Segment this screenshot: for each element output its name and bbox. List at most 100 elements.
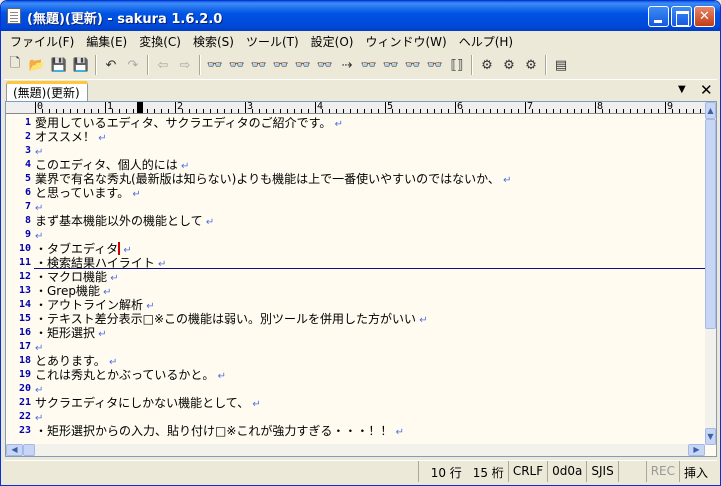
ruler-tick [84, 109, 85, 113]
text-area[interactable]: 愛用しているエディタ、サクラエディタのご紹介です。 ↵ オススメ！ ↵ ↵ このエデ… [34, 115, 706, 445]
scroll-left-icon[interactable]: ◀ [6, 444, 23, 456]
horizontal-scrollbar[interactable]: ◀ ▶ [6, 444, 705, 456]
compare-next-icon[interactable]: 👓 [402, 54, 424, 76]
compare-prev-icon[interactable]: 👓 [424, 54, 446, 76]
eol-marker-icon: ↵ [416, 315, 428, 326]
search-next-icon[interactable]: 👓 [226, 54, 248, 76]
text-line[interactable]: ↵ [35, 228, 43, 242]
ruler-tick [287, 109, 288, 113]
line-text: ・タブエディタ [35, 242, 119, 256]
status-encoding[interactable]: SJIS [586, 461, 617, 482]
text-line[interactable]: これは秀丸とかぶっているかと。 ↵ [35, 368, 226, 382]
status-column: 15 桁 [472, 466, 504, 480]
jump-back-icon[interactable]: ⇦ [152, 54, 174, 76]
menu-help[interactable]: ヘルプ(H) [453, 31, 519, 50]
maximize-button[interactable] [671, 6, 692, 27]
ruler-tick [210, 109, 211, 113]
text-line[interactable]: ↵ [35, 410, 43, 424]
compare-icon[interactable]: 👓 [380, 54, 402, 76]
replace-icon[interactable]: 👓 [270, 54, 292, 76]
jump-forward-icon[interactable]: ⇨ [174, 54, 196, 76]
text-editor[interactable]: 0123456789 1 2 3 4 5 6 7 8 9 10 11 12 13 14 15 16 17 18 19… [5, 101, 717, 457]
ruler-tick [161, 109, 162, 113]
menu-tools[interactable]: ツール(T) [240, 31, 305, 50]
menu-settings[interactable]: 設定(O) [305, 31, 360, 50]
ruler-tick [133, 109, 134, 113]
outline-icon[interactable]: ▤ [550, 54, 572, 76]
grep-icon[interactable]: 👓 [314, 54, 336, 76]
type-settings-icon[interactable]: ⚙ [498, 54, 520, 76]
ruler-tick [658, 109, 659, 113]
ruler-tick [49, 109, 50, 113]
text-line[interactable]: とあります。 ↵ [35, 354, 117, 368]
text-line[interactable]: と思っています。 ↵ [35, 186, 141, 200]
text-line[interactable]: ・Grep機能 ↵ [35, 284, 112, 298]
save-all-icon[interactable]: 💾 [70, 54, 92, 76]
text-line[interactable]: ↵ [35, 382, 43, 396]
line-number: 10 [18, 243, 31, 254]
text-line[interactable]: ・矩形選択からの入力、貼り付け□※これが強力すぎる・・・！！ ↵ [35, 424, 404, 438]
line-number-gutter[interactable]: 1 2 3 4 5 6 7 8 9 10 11 12 13 14 15 16 17 18 19 20 21 22 23 [6, 115, 33, 445]
menu-edit[interactable]: 編集(E) [80, 31, 133, 50]
scroll-right-icon[interactable]: ▶ [688, 444, 705, 456]
undo-icon[interactable]: ↶ [100, 54, 122, 76]
tab-bar: (無題)(更新) ▼ ✕ [4, 79, 717, 101]
text-line[interactable]: サクラエディタにしかない機能として、 ↵ [35, 396, 261, 410]
text-line[interactable]: オススメ！ ↵ [35, 130, 107, 144]
minimize-button[interactable] [648, 6, 669, 27]
new-file-icon[interactable]: 🗋 [4, 54, 26, 76]
tag-back-icon[interactable]: 👓 [358, 54, 380, 76]
clear-highlight-icon[interactable]: 👓 [292, 54, 314, 76]
search-icon[interactable]: 👓 [204, 54, 226, 76]
redo-icon[interactable]: ↷ [122, 54, 144, 76]
search-prev-icon[interactable]: 👓 [248, 54, 270, 76]
text-line[interactable]: ・矩形選択 ↵ [35, 326, 107, 340]
menu-file[interactable]: ファイル(F) [4, 31, 80, 50]
scroll-up-icon[interactable]: ▲ [705, 102, 716, 119]
tab-list-dropdown-icon[interactable]: ▼ [678, 84, 686, 95]
bracket-match-icon[interactable]: ⟦⟧ [446, 54, 468, 76]
horizontal-scroll-thumb[interactable] [23, 444, 35, 456]
text-line[interactable]: ↵ [35, 200, 43, 214]
line-number: 5 [24, 173, 31, 184]
scroll-down-icon[interactable]: ▼ [705, 428, 716, 445]
text-line[interactable]: ・アウトライン解析 ↵ [35, 298, 155, 312]
ruler-tick [105, 102, 106, 113]
text-line[interactable]: ・検索結果ハイライト ↵ [35, 256, 166, 270]
text-line[interactable]: ↵ [35, 340, 43, 354]
text-line[interactable]: まず基本機能以外の機能として ↵ [35, 214, 214, 228]
ruler-tick [637, 109, 638, 113]
text-line[interactable]: 業界で有名な秀丸(最新版は知らない)よりも機能は上で一番使いやすいのではないか、… [35, 172, 511, 186]
text-line[interactable]: ・テキスト差分表示□※この機能は弱い。別ツールを併用した方がいい ↵ [35, 312, 428, 326]
menu-window[interactable]: ウィンドウ(W) [359, 31, 452, 50]
app-icon[interactable] [7, 8, 21, 24]
close-button[interactable]: ✕ [694, 6, 715, 27]
status-insert-mode[interactable]: 挿入 [679, 461, 717, 482]
ruler-tick [399, 109, 400, 113]
font-settings-icon[interactable]: ⚙ [520, 54, 542, 76]
text-line[interactable]: ・タブエディタ ↵ [35, 242, 132, 256]
ruler-tick [518, 109, 519, 113]
ruler-tick [420, 109, 421, 113]
menu-search[interactable]: 検索(S) [187, 31, 240, 50]
tab-close-icon[interactable]: ✕ [700, 81, 713, 99]
tab-untitled[interactable]: (無題)(更新) [6, 81, 88, 101]
text-line[interactable]: ・マクロ機能 ↵ [35, 270, 119, 284]
settings-icon[interactable]: ⚙ [476, 54, 498, 76]
open-file-icon[interactable]: 📂 [26, 54, 48, 76]
ruler-tick [147, 109, 148, 113]
column-ruler[interactable]: 0 1 2 3 4 5 6 7 8 9 [6, 102, 706, 114]
eol-marker-icon: ↵ [95, 329, 107, 340]
line-number: 2 [24, 131, 31, 142]
vertical-scrollbar[interactable]: ▲ ▼ [705, 102, 716, 445]
menu-convert[interactable]: 変換(C) [133, 31, 187, 50]
ruler-tick [56, 109, 57, 113]
text-line[interactable]: このエディタ、個人的には ↵ [35, 158, 189, 172]
tag-jump-icon[interactable]: ⇢ [336, 54, 358, 76]
text-line[interactable]: ↵ [35, 144, 43, 158]
save-icon[interactable]: 💾 [48, 54, 70, 76]
vertical-scroll-thumb[interactable] [705, 119, 716, 329]
title-bar[interactable]: (無題)(更新) - sakura 1.6.2.0 ✕ [1, 1, 720, 31]
ruler-tick [343, 109, 344, 113]
text-line[interactable]: 愛用しているエディタ、サクラエディタのご紹介です。 ↵ [35, 116, 343, 130]
